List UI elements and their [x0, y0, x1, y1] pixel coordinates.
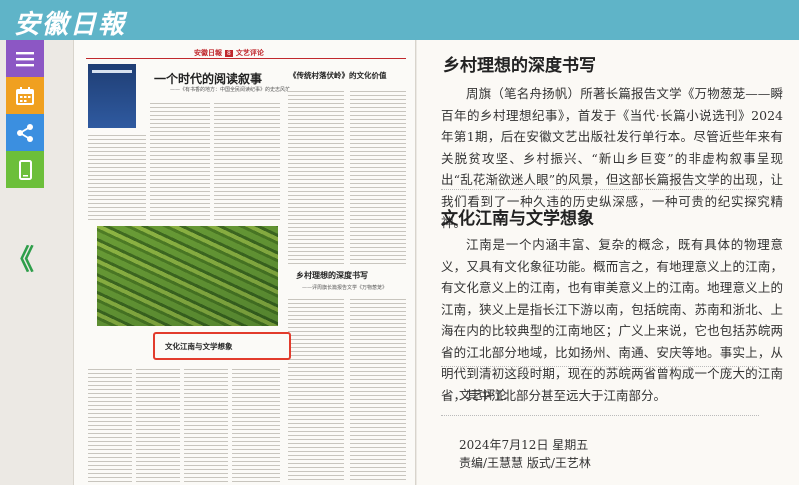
newspaper-page: 安徽日報 8 文艺评论 一个时代的阅读叙事 ——《有书香的地方：中国全民阅读纪事》的… — [73, 40, 416, 485]
prev-page-arrow-icon[interactable]: 《 — [6, 246, 34, 274]
text-block — [136, 366, 180, 482]
highlighted-headline: 文化江南与文学想象 — [165, 342, 233, 351]
highlighted-article[interactable]: 文化江南与文学想象 — [153, 332, 291, 360]
calendar-icon — [16, 86, 34, 105]
section1-text: 周旗（笔名舟扬帆）所著长篇报告文学《万物葱茏——瞬百年的乡村理想纪事》，首发于《… — [441, 86, 783, 230]
menu-icon — [16, 51, 34, 66]
divider — [441, 189, 759, 190]
text-block — [88, 132, 146, 222]
share-button[interactable] — [6, 114, 44, 151]
left-toolbar — [6, 40, 44, 188]
book-cover-image — [88, 64, 136, 128]
text-block — [150, 100, 210, 222]
issue-date: 2024年7月12日 星期五 — [459, 438, 589, 452]
headline-second[interactable]: 《传统村落伏岭》的文化价值 — [289, 70, 387, 81]
terraced-fields-photo — [97, 226, 278, 326]
text-block — [88, 366, 132, 482]
text-block — [214, 100, 280, 222]
editor-credits: 责编/王慧慧 版式/王艺林 — [459, 456, 591, 470]
headline-main[interactable]: 一个时代的阅读叙事 — [154, 70, 262, 87]
mobile-button[interactable] — [6, 151, 44, 188]
divider — [441, 366, 759, 367]
mobile-icon — [19, 159, 32, 180]
header-rule — [86, 58, 406, 59]
section1-title: 乡村理想的深度书写 — [443, 56, 596, 76]
text-block — [350, 296, 406, 482]
site-logo[interactable]: 安徽日報 — [14, 4, 126, 41]
article-panel: 乡村理想的深度书写 周旗（笔名舟扬帆）所著长篇报告文学《万物葱茏——瞬百年的乡村… — [417, 40, 799, 485]
headline-third-subtitle: ——评周旗长篇报告文学《万物葱茏》 — [302, 285, 388, 291]
section2-text: 江南是一个内涵丰富、复杂的概念，既有具体的物理意义，又具有文化象征功能。概而言之… — [441, 237, 783, 403]
page-number: 8 — [225, 50, 233, 57]
text-block — [350, 88, 406, 264]
share-icon — [17, 123, 33, 142]
page-header: 安徽日報 8 文艺评论 — [194, 48, 264, 58]
top-banner: 安徽日報 — [0, 0, 799, 40]
calendar-button[interactable] — [6, 77, 44, 114]
text-block — [184, 366, 228, 482]
headline-main-subtitle: ——《有书香的地方：中国全民阅读纪事》的史志风范 — [170, 87, 291, 93]
text-block — [288, 296, 344, 482]
column-name: 文艺评论 — [459, 388, 508, 402]
menu-button[interactable] — [6, 40, 44, 77]
page-section: 文艺评论 — [235, 49, 264, 57]
headline-third[interactable]: 乡村理想的深度书写 — [296, 270, 368, 281]
masthead-logo: 安徽日報 — [194, 49, 222, 57]
text-block — [288, 88, 344, 264]
divider — [441, 415, 759, 416]
text-block — [232, 366, 280, 482]
section2-title: 文化江南与文学想象 — [441, 209, 594, 229]
